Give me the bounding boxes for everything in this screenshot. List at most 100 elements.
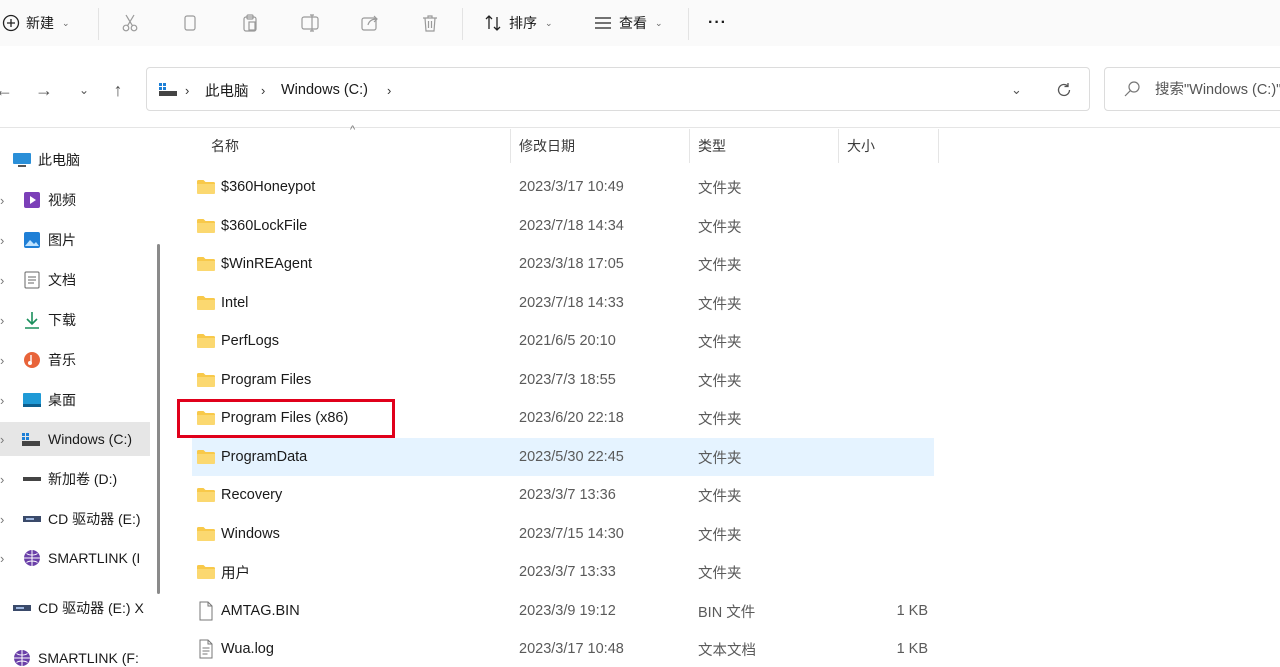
- delete-button[interactable]: [420, 0, 440, 46]
- sidebar-item-pictures[interactable]: › 图片: [0, 223, 150, 257]
- file-type: 文件夹: [698, 411, 742, 428]
- recent-locations-button[interactable]: ⌄: [74, 80, 94, 100]
- file-row[interactable]: Wua.log 2023/3/17 10:48 文本文档 1 KB: [192, 630, 934, 667]
- sidebar-item-cd-drive-e-2[interactable]: CD 驱动器 (E:) X: [0, 591, 150, 625]
- folder-icon: [196, 331, 216, 351]
- folder-icon: [196, 447, 216, 467]
- chevron-right-icon[interactable]: ›: [0, 193, 10, 208]
- sort-button-label: 排序: [509, 15, 537, 31]
- sidebar-item-label: 音乐: [48, 352, 76, 368]
- column-header-name[interactable]: 名称: [211, 129, 509, 163]
- more-options-button[interactable]: ···: [708, 0, 727, 46]
- folder-icon: [196, 524, 216, 544]
- breadcrumb-chevron-icon[interactable]: ›: [261, 68, 265, 112]
- file-type: 文件夹: [698, 488, 742, 505]
- column-divider[interactable]: [689, 129, 690, 163]
- copy-icon: [180, 13, 200, 33]
- file-row[interactable]: $360Honeypot 2023/3/17 10:49 文件夹: [192, 168, 934, 206]
- rename-button[interactable]: [300, 0, 320, 46]
- sidebar-item-music[interactable]: › 音乐: [0, 343, 150, 377]
- view-button[interactable]: 查看 ⌄: [593, 0, 663, 46]
- refresh-icon[interactable]: [1055, 81, 1073, 99]
- sidebar-item-desktop[interactable]: › 桌面: [0, 383, 150, 417]
- copy-button[interactable]: [180, 0, 200, 46]
- address-history-chevron-icon[interactable]: ⌄: [1011, 68, 1022, 112]
- chevron-right-icon[interactable]: ›: [0, 273, 10, 288]
- share-button[interactable]: [360, 0, 380, 46]
- file-modified-date: 2023/3/17 10:49: [519, 179, 624, 195]
- globe-icon: [22, 548, 42, 568]
- file-name: 用户: [221, 565, 250, 582]
- file-row[interactable]: Windows 2023/7/15 14:30 文件夹: [192, 515, 934, 553]
- file-row[interactable]: Recovery 2023/3/7 13:36 文件夹: [192, 476, 934, 514]
- folder-icon: [196, 254, 216, 274]
- column-header-size[interactable]: 大小: [847, 129, 937, 163]
- sidebar-item-downloads[interactable]: › 下载: [0, 303, 150, 337]
- search-box[interactable]: [1104, 67, 1280, 111]
- chevron-right-icon[interactable]: ›: [0, 432, 10, 447]
- arrow-up-icon: ↑: [113, 79, 123, 100]
- folder-icon: [196, 408, 216, 428]
- chevron-right-icon[interactable]: ›: [0, 551, 10, 566]
- chevron-right-icon[interactable]: ›: [0, 393, 10, 408]
- file-row[interactable]: Intel 2023/7/18 14:33 文件夹: [192, 284, 934, 322]
- drive-icon: [22, 469, 42, 489]
- sort-button[interactable]: 排序 ⌄: [483, 0, 553, 46]
- breadcrumb-chevron-icon[interactable]: ›: [185, 68, 189, 112]
- file-row[interactable]: $WinREAgent 2023/3/18 17:05 文件夹: [192, 245, 934, 283]
- cut-button[interactable]: [120, 0, 140, 46]
- sidebar-item-smartlink-f[interactable]: SMARTLINK (F:: [0, 641, 150, 667]
- file-type: 文件夹: [698, 373, 742, 390]
- sidebar-item-label: CD 驱动器 (E:): [48, 511, 141, 527]
- column-divider[interactable]: [510, 129, 511, 163]
- file-row[interactable]: PerfLogs 2021/6/5 20:10 文件夹: [192, 322, 934, 360]
- sidebar-scrollbar[interactable]: [157, 244, 160, 594]
- up-button[interactable]: ↑: [108, 80, 128, 100]
- toolbar-divider: [688, 8, 689, 40]
- file-row[interactable]: Program Files 2023/7/3 18:55 文件夹: [192, 361, 934, 399]
- sidebar-item-drive-d[interactable]: › 新加卷 (D:): [0, 462, 150, 496]
- file-modified-date: 2023/7/18 14:34: [519, 218, 624, 234]
- arrow-right-icon: →: [35, 79, 53, 100]
- file-row[interactable]: Program Files (x86) 2023/6/20 22:18 文件夹: [192, 399, 934, 437]
- file-row[interactable]: AMTAG.BIN 2023/3/9 19:12 BIN 文件 1 KB: [192, 592, 934, 630]
- chevron-down-icon: ⌄: [655, 17, 663, 28]
- search-input[interactable]: [1155, 79, 1280, 101]
- sidebar-item-videos[interactable]: › 视频: [0, 183, 150, 217]
- chevron-right-icon[interactable]: ›: [0, 233, 10, 248]
- folder-icon: [196, 485, 216, 505]
- sidebar-item-smartlink[interactable]: › SMARTLINK (I: [0, 541, 150, 575]
- column-divider[interactable]: [938, 129, 939, 163]
- breadcrumb-this-pc[interactable]: 此电脑: [205, 68, 249, 112]
- toolbar-divider: [462, 8, 463, 40]
- forward-button[interactable]: →: [34, 80, 54, 100]
- folder-icon: [196, 370, 216, 390]
- view-button-label: 查看: [619, 15, 647, 31]
- sidebar-item-this-pc[interactable]: 此电脑: [0, 143, 150, 177]
- new-button-label: 新建: [26, 15, 54, 31]
- file-row[interactable]: $360LockFile 2023/7/18 14:34 文件夹: [192, 207, 934, 245]
- column-header-type[interactable]: 类型: [698, 129, 838, 163]
- file-modified-date: 2023/3/9 19:12: [519, 603, 616, 619]
- file-row[interactable]: 用户 2023/3/7 13:33 文件夹: [192, 553, 934, 591]
- column-divider[interactable]: [838, 129, 839, 163]
- new-button[interactable]: 新建 ⌄: [2, 0, 70, 46]
- sidebar-item-windows-c[interactable]: › Windows (C:): [0, 422, 150, 456]
- sidebar-item-cd-drive-e[interactable]: › CD 驱动器 (E:): [0, 502, 150, 536]
- chevron-right-icon[interactable]: ›: [0, 512, 10, 527]
- paste-button[interactable]: [240, 0, 260, 46]
- sidebar-item-documents[interactable]: › 文档: [0, 263, 150, 297]
- file-name: Recovery: [221, 487, 283, 503]
- chevron-right-icon[interactable]: ›: [0, 313, 10, 328]
- address-bar[interactable]: › 此电脑 › Windows (C:) › ⌄: [146, 67, 1090, 111]
- breadcrumb-windows-c[interactable]: Windows (C:): [281, 68, 368, 112]
- file-name: ProgramData: [221, 449, 308, 465]
- file-row[interactable]: ProgramData 2023/5/30 22:45 文件夹: [192, 438, 934, 476]
- chevron-right-icon[interactable]: ›: [0, 353, 10, 368]
- column-header-date[interactable]: 修改日期: [519, 129, 689, 163]
- music-icon: [22, 350, 42, 370]
- back-button[interactable]: ←: [0, 80, 14, 100]
- chevron-right-icon[interactable]: ›: [0, 472, 10, 487]
- breadcrumb-chevron-icon[interactable]: ›: [387, 68, 391, 112]
- toolbar-divider: [98, 8, 99, 40]
